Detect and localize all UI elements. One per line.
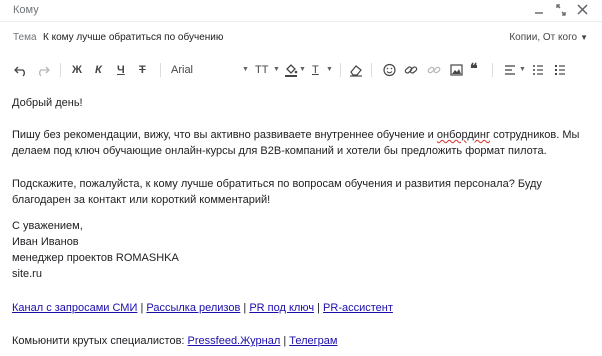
strikethrough-button[interactable]: Т [139, 62, 146, 78]
clear-format-icon[interactable] [349, 62, 363, 78]
unlink-icon[interactable] [427, 62, 441, 78]
subject-label: Тема [13, 32, 37, 43]
toolbar-divider [492, 63, 493, 77]
link-pr-turnkey[interactable]: PR под ключ [249, 302, 314, 314]
copies-from-toggle[interactable]: Копии, От кого ▼ [509, 32, 588, 43]
align-icon[interactable] [504, 62, 516, 78]
italic-button[interactable]: К [95, 62, 102, 78]
community-row: Комьюнити крутых специалистов: Pressfeed… [12, 334, 337, 349]
close-icon[interactable] [577, 4, 588, 18]
fill-color-icon[interactable] [284, 62, 298, 78]
link-icon[interactable] [404, 62, 418, 78]
chevron-down-icon: ▼ [273, 66, 280, 73]
toolbar-divider [60, 63, 61, 77]
misspelled-word[interactable]: онбординг [437, 129, 490, 141]
formatting-toolbar: Ж К Ч Т Arial ▼ ТТ ▼ ▼ Т ▼ ❝ ▼ [0, 56, 602, 84]
link-release-mailing[interactable]: Рассылка релизов [146, 302, 240, 314]
toolbar-divider [160, 63, 161, 77]
signature-site: site.ru [12, 268, 42, 280]
link-pr-assistant[interactable]: PR-ассистент [323, 302, 393, 314]
chevron-down-icon: ▼ [580, 33, 588, 42]
chevron-down-icon: ▼ [519, 66, 526, 73]
link-separator: | [317, 302, 320, 314]
link-separator: | [140, 302, 144, 314]
underline-button[interactable]: Ч [117, 62, 125, 78]
minimize-icon[interactable] [534, 2, 544, 19]
undo-icon[interactable] [14, 62, 28, 78]
font-family-select[interactable]: Arial [171, 62, 193, 78]
to-row[interactable]: Кому [0, 0, 602, 22]
image-icon[interactable] [450, 62, 463, 78]
to-label: Кому [13, 4, 39, 16]
link-telegram[interactable]: Телеграм [289, 335, 337, 347]
bold-button[interactable]: Ж [72, 62, 82, 78]
expand-icon[interactable] [556, 4, 566, 19]
subject-row: Тема К кому лучше обратиться по обучению… [0, 26, 602, 48]
redo-icon[interactable] [36, 62, 50, 78]
text-size-label: ТТ [255, 64, 269, 76]
links-row: Канал с запросами СМИ | Рассылка релизов… [12, 301, 393, 316]
link-separator: | [283, 335, 287, 347]
greeting: Добрый день! [12, 97, 83, 109]
chevron-down-icon: ▼ [299, 66, 306, 73]
paragraph-1-line-2: делаем под ключ обучающие онлайн-курсы д… [12, 145, 547, 157]
paragraph-1-text: Пишу без рекомендации, вижу, что вы акти… [12, 129, 437, 141]
toolbar-divider [340, 63, 341, 77]
bulleted-list-icon[interactable] [532, 62, 544, 78]
community-prefix: Комьюнити крутых специалистов: [12, 335, 188, 347]
paragraph-2-line-2: благодарен за контакт или короткий комме… [12, 194, 271, 206]
paragraph-1-text-end: сотрудников. Мы [490, 129, 580, 141]
paragraph-1-line-1: Пишу без рекомендации, вижу, что вы акти… [12, 128, 579, 143]
chevron-down-icon: ▼ [242, 66, 249, 73]
copies-label: Копии, От кого [509, 32, 578, 43]
quote-icon[interactable]: ❝ [470, 60, 478, 76]
toolbar-divider [371, 63, 372, 77]
signature-name: Иван Иванов [12, 236, 79, 248]
text-color-label: Т [312, 64, 319, 76]
numbered-list-icon[interactable] [554, 62, 566, 78]
text-size-button[interactable]: ТТ [255, 62, 268, 78]
text-color-button[interactable]: Т [312, 62, 319, 78]
chevron-down-icon: ▼ [326, 66, 333, 73]
paragraph-2-line-1: Подскажите, пожалуйста, к кому лучше обр… [12, 178, 542, 190]
subject-input[interactable]: К кому лучше обратиться по обучению [43, 32, 223, 43]
link-media-requests[interactable]: Канал с запросами СМИ [12, 302, 137, 314]
link-separator: | [243, 302, 247, 314]
signature-title: менеджер проектов ROMASHKA [12, 252, 179, 264]
emoji-icon[interactable] [383, 62, 396, 78]
signature-regards: С уважением, [12, 220, 83, 232]
link-pressfeed-journal[interactable]: Pressfeed.Журнал [188, 335, 281, 347]
